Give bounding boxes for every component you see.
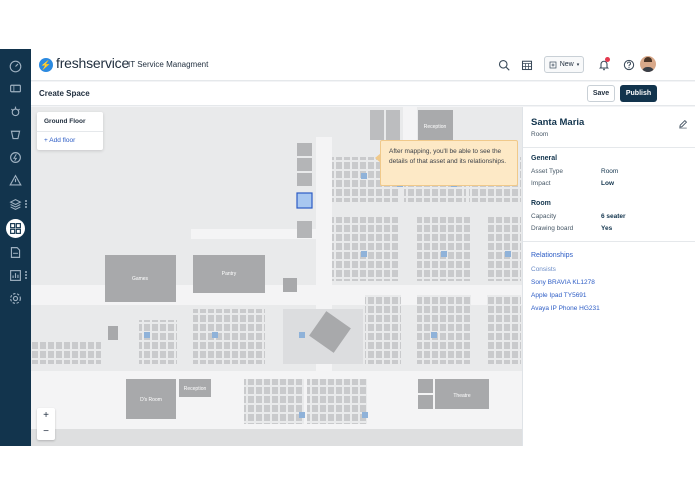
room-details-panel: Santa Maria Room General Asset Type Room… — [522, 107, 695, 446]
space-planning-icon[interactable] — [6, 219, 25, 238]
panel-title: Santa Maria — [531, 117, 585, 128]
general-heading: General — [531, 155, 558, 162]
asset-type-label: Asset Type — [531, 168, 564, 175]
page-title: Create Space — [39, 89, 90, 98]
floor-divider — [37, 131, 103, 132]
page-header: Create Space Save Publish — [31, 82, 695, 106]
relationship-item[interactable]: Apple Ipad TY5691 — [531, 292, 587, 299]
zoom-in-button[interactable]: + — [37, 408, 55, 424]
reports-icon[interactable] — [8, 268, 23, 283]
panel-separator — [523, 147, 695, 148]
room-label-reception-bottom: Reception — [184, 386, 207, 392]
plus-square-icon — [549, 61, 557, 68]
capacity-label: Capacity — [531, 213, 557, 220]
solutions-icon[interactable] — [8, 245, 23, 260]
selected-room-santa-maria — [296, 192, 313, 209]
floor-name[interactable]: Ground Floor — [44, 118, 86, 125]
top-navigation-bar: ⚡ freshservice IT Service Managment New … — [31, 49, 695, 81]
freshservice-logo-icon: ⚡ — [39, 58, 53, 72]
reports-more-icon[interactable] — [25, 271, 28, 280]
impact-label: Impact — [531, 180, 551, 187]
room-label-ds-room: D's Room — [140, 397, 162, 403]
edit-icon[interactable] — [678, 116, 688, 129]
changes-icon[interactable] — [8, 127, 23, 142]
save-button[interactable]: Save — [587, 85, 615, 102]
zoom-out-button[interactable]: − — [37, 424, 55, 440]
problems-icon[interactable] — [8, 104, 23, 119]
relationship-item[interactable]: Avaya IP Phone HG231 — [531, 305, 600, 312]
app-name: IT Service Managment — [128, 60, 209, 69]
capacity-value: 6 seater — [601, 213, 626, 220]
assets-icon[interactable] — [8, 197, 23, 212]
tickets-icon[interactable] — [8, 81, 23, 96]
panel-separator — [523, 241, 695, 242]
room-label-games: Games — [132, 276, 149, 282]
logo-text: freshservice — [56, 55, 130, 71]
room-label-reception-top: Reception — [424, 124, 447, 130]
new-button-label: New — [559, 61, 574, 68]
publish-button[interactable]: Publish — [620, 85, 657, 102]
user-avatar[interactable] — [640, 56, 656, 72]
consists-label: Consists — [531, 266, 556, 273]
room-label-pantry: Pantry — [222, 271, 237, 277]
relationships-heading: Relationships — [531, 252, 574, 259]
help-icon[interactable] — [622, 58, 635, 71]
notification-badge — [605, 57, 610, 62]
room-heading: Room — [531, 200, 551, 207]
panel-subtitle: Room — [531, 131, 549, 138]
new-button[interactable]: New ▾ — [544, 56, 584, 73]
sidebar — [0, 49, 31, 446]
relationship-item[interactable]: Sony BRAVIA KL1278 — [531, 279, 595, 286]
admin-icon[interactable] — [8, 291, 23, 306]
alerts-icon[interactable] — [8, 173, 23, 188]
chevron-down-icon: ▾ — [576, 61, 580, 68]
floor-plan-map[interactable]: Reception Games Pantry D's Room Receptio… — [31, 107, 522, 446]
assets-more-icon[interactable] — [25, 200, 28, 209]
notifications-bell-icon[interactable] — [597, 57, 610, 71]
search-icon[interactable] — [497, 58, 510, 71]
room-label-theatre: Theatre — [453, 393, 470, 399]
add-floor-link[interactable]: + Add floor — [44, 137, 75, 144]
releases-icon[interactable] — [8, 150, 23, 165]
mapping-tooltip: After mapping, you'll be able to see the… — [375, 140, 518, 186]
drawing-board-label: Drawing board — [531, 225, 574, 232]
floor-selector-card: Ground Floor + Add floor — [37, 112, 103, 150]
impact-value: Low — [601, 180, 614, 187]
zoom-controls: + − — [37, 408, 55, 440]
app-shell: ⚡ freshservice IT Service Managment New … — [0, 49, 695, 446]
dashboard-icon[interactable] — [8, 59, 23, 74]
drawing-board-value: Yes — [601, 225, 613, 232]
asset-type-value: Room — [601, 168, 619, 175]
calendar-icon[interactable] — [520, 58, 533, 71]
